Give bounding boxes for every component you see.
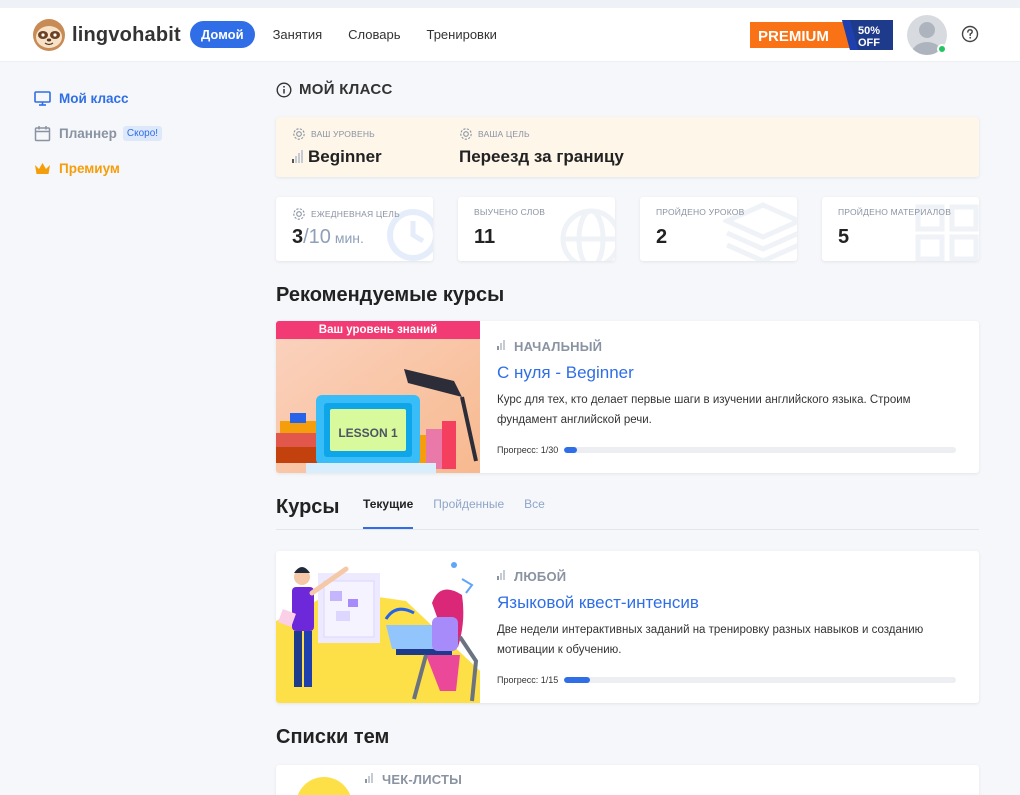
gear-icon bbox=[293, 208, 305, 220]
online-status-dot bbox=[937, 44, 947, 54]
quest-illustration bbox=[276, 551, 480, 703]
discount-percent: 50% bbox=[858, 25, 880, 37]
progress-track bbox=[564, 677, 957, 683]
tab-completed[interactable]: Пройденные bbox=[433, 497, 504, 530]
help-icon[interactable] bbox=[961, 25, 979, 43]
course-title[interactable]: Языковой квест-интенсив bbox=[497, 593, 967, 613]
lesson-illustration: LESSON 1 bbox=[276, 321, 480, 473]
sidebar-item-label: Мой класс bbox=[59, 91, 129, 106]
topic-level: ЧЕК-ЛИСТЫ bbox=[365, 772, 462, 787]
stat-label: ПРОЙДЕНО УРОКОВ bbox=[656, 207, 745, 217]
stat-value: 11 bbox=[474, 226, 496, 248]
sidebar-item-my-class[interactable]: Мой класс bbox=[34, 90, 129, 107]
goal-value: Переезд за границу bbox=[459, 147, 624, 166]
sloth-logo-icon bbox=[33, 19, 65, 51]
course-body: ЛЮБОЙ Языковой квест-интенсив Две недели… bbox=[497, 551, 967, 660]
stat-card-materials[interactable]: ПРОЙДЕНО МАТЕРИАЛОВ 5 bbox=[822, 197, 979, 261]
level-ribbon: Ваш уровень знаний bbox=[276, 321, 480, 339]
nav-lessons[interactable]: Занятия bbox=[273, 21, 323, 48]
stat-value: 3 bbox=[292, 226, 304, 248]
course-level: ЛЮБОЙ bbox=[497, 569, 967, 584]
course-description: Курс для тех, кто делает первые шаги в и… bbox=[497, 394, 911, 426]
top-header: lingvohabit Домой Занятия Словарь Тренир… bbox=[0, 0, 1020, 62]
gear-icon bbox=[460, 128, 472, 140]
course-card-quest[interactable]: ЛЮБОЙ Языковой квест-интенсив Две недели… bbox=[276, 551, 979, 703]
stat-value: 2 bbox=[656, 226, 668, 248]
course-level-text: ЛЮБОЙ bbox=[514, 569, 567, 584]
stat-card-lessons[interactable]: ПРОЙДЕНО УРОКОВ 2 bbox=[640, 197, 797, 261]
level-value: Beginner bbox=[308, 147, 382, 166]
nav-dictionary[interactable]: Словарь bbox=[348, 21, 400, 48]
globe-icon bbox=[560, 208, 615, 261]
tab-current[interactable]: Текущие bbox=[363, 497, 414, 530]
course-level: НАЧАЛЬНЫЙ bbox=[497, 339, 967, 354]
tabs-divider bbox=[276, 529, 979, 530]
lesson-image-text: LESSON 1 bbox=[338, 426, 398, 440]
page-title-text: МОЙ КЛАСС bbox=[299, 81, 393, 98]
course-title[interactable]: С нуля - Beginner bbox=[497, 363, 967, 383]
courses-tabs: Текущие Пройденные Все bbox=[363, 497, 565, 530]
level-block[interactable]: ВАШ УРОВЕНЬ Beginner bbox=[292, 127, 382, 167]
calendar-icon bbox=[34, 126, 51, 142]
progress-label: Прогресс: 1/30 bbox=[497, 445, 559, 455]
topics-heading: Списки тем bbox=[276, 726, 390, 748]
goal-label: ВАША ЦЕЛЬ bbox=[478, 129, 530, 139]
course-thumbnail-lesson[interactable]: LESSON 1 Ваш уровень знаний bbox=[276, 321, 480, 473]
level-label: ВАШ УРОВЕНЬ bbox=[311, 129, 375, 139]
progress-track bbox=[564, 447, 957, 453]
sidebar-item-label: Премиум bbox=[59, 161, 120, 176]
courses-heading: Курсы bbox=[276, 496, 340, 518]
stat-label: ВЫУЧЕНО СЛОВ bbox=[474, 207, 546, 217]
goal-block[interactable]: ВАША ЦЕЛЬ Переезд за границу bbox=[459, 127, 624, 167]
monitor-icon bbox=[34, 91, 51, 106]
premium-label: PREMIUM bbox=[758, 28, 829, 45]
gear-icon bbox=[293, 128, 305, 140]
sidebar-item-planner[interactable]: Планнер Скоро! bbox=[34, 125, 163, 142]
course-progress: Прогресс: 1/15 bbox=[497, 675, 957, 685]
topic-thumbnail bbox=[297, 777, 351, 795]
stat-total: /10 bbox=[303, 226, 331, 248]
course-body: НАЧАЛЬНЫЙ С нуля - Beginner Курс для тех… bbox=[497, 321, 967, 430]
stat-card-words[interactable]: ВЫУЧЕНО СЛОВ 11 bbox=[458, 197, 615, 261]
course-thumbnail-quest[interactable] bbox=[276, 551, 480, 703]
page-title: МОЙ КЛАСС bbox=[276, 81, 393, 98]
stat-label: ЕЖЕДНЕВНАЯ ЦЕЛЬ bbox=[311, 209, 400, 219]
stat-value: 5 bbox=[838, 226, 850, 248]
progress-fill bbox=[564, 677, 591, 683]
crown-icon bbox=[35, 163, 50, 174]
recommended-course-card[interactable]: LESSON 1 Ваш уровень знаний НАЧАЛЬНЫЙ С … bbox=[276, 321, 979, 473]
stat-label: ПРОЙДЕНО МАТЕРИАЛОВ bbox=[838, 207, 952, 217]
tab-all[interactable]: Все bbox=[524, 497, 545, 530]
signal-bars-icon bbox=[365, 772, 374, 783]
course-level-text: НАЧАЛЬНЫЙ bbox=[514, 339, 603, 354]
topic-level-text: ЧЕК-ЛИСТЫ bbox=[382, 772, 463, 787]
premium-badge[interactable]: PREMIUM 50% OFF bbox=[750, 20, 893, 50]
signal-bars-icon bbox=[497, 339, 506, 350]
stat-card-daily-goal[interactable]: ЕЖЕДНЕВНАЯ ЦЕЛЬ 3/10 мин. bbox=[276, 197, 433, 261]
signal-bars-icon bbox=[292, 150, 304, 163]
discount-off: OFF bbox=[858, 37, 880, 49]
info-icon bbox=[276, 81, 292, 98]
nav-trainings[interactable]: Тренировки bbox=[426, 21, 496, 48]
sidebar-item-label: Планнер bbox=[59, 126, 117, 141]
progress-label: Прогресс: 1/15 bbox=[497, 675, 559, 685]
sidebar-item-premium[interactable]: Премиум bbox=[34, 160, 120, 177]
progress-fill bbox=[564, 447, 578, 453]
goal-panel: ВАШ УРОВЕНЬ Beginner ВАША ЦЕЛЬ Переезд з… bbox=[276, 117, 979, 177]
course-description: Две недели интерактивных заданий на трен… bbox=[497, 624, 924, 656]
stat-unit: мин. bbox=[330, 230, 364, 246]
nav-home[interactable]: Домой bbox=[190, 21, 255, 48]
topic-card-checklists[interactable]: ЧЕК-ЛИСТЫ bbox=[276, 765, 979, 795]
signal-bars-icon bbox=[497, 569, 506, 580]
recommended-heading: Рекомендуемые курсы bbox=[276, 284, 505, 306]
logo-text: lingvohabit bbox=[72, 23, 181, 46]
course-progress: Прогресс: 1/30 bbox=[497, 445, 957, 455]
soon-badge: Скоро! bbox=[122, 126, 163, 141]
logo[interactable]: lingvohabit bbox=[32, 18, 181, 52]
main-nav: Домой Занятия Словарь Тренировки bbox=[190, 21, 523, 48]
